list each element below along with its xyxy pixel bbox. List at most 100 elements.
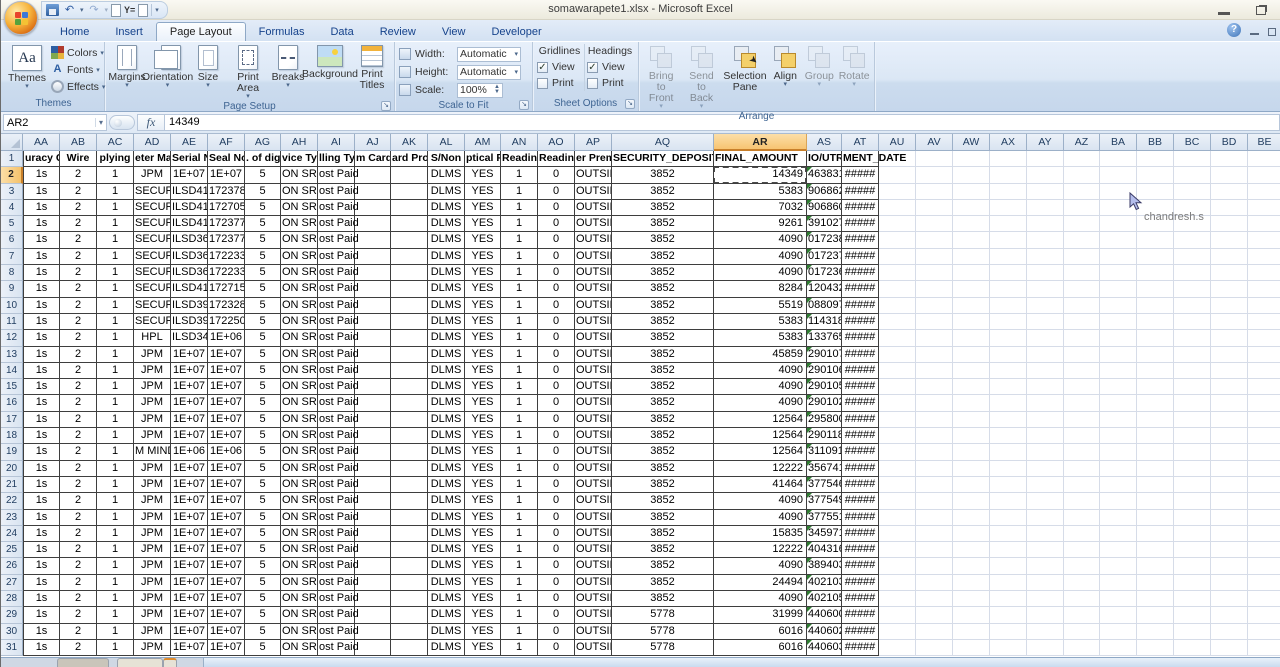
cell-AW22[interactable]	[953, 493, 990, 509]
cell-AT9[interactable]: #####	[842, 281, 879, 297]
cell-AN29[interactable]: 1	[501, 607, 538, 623]
cell-AF16[interactable]: 1E+07	[208, 395, 245, 411]
cell-AR21[interactable]: 41464	[714, 477, 807, 493]
column-header-BE[interactable]: BE	[1248, 134, 1280, 151]
cell-AU25[interactable]	[879, 542, 916, 558]
cell-AP28[interactable]: OUTSIDE	[575, 591, 612, 607]
row-header-14[interactable]: 14	[1, 363, 23, 379]
cell-AA27[interactable]: 1s	[23, 575, 60, 591]
cell-AB23[interactable]: 2	[60, 510, 97, 526]
cell-AK10[interactable]	[391, 298, 428, 314]
cell-AN9[interactable]: 1	[501, 281, 538, 297]
cell-AJ4[interactable]	[355, 200, 391, 216]
cell-AH11[interactable]: ON SRB	[281, 314, 318, 330]
cell-AH6[interactable]: ON SRB	[281, 232, 318, 248]
cell-AC11[interactable]: 1	[97, 314, 134, 330]
cell-AY30[interactable]	[1027, 624, 1064, 640]
cell-AD18[interactable]: JPM	[134, 428, 171, 444]
row-header-2[interactable]: 2	[1, 167, 23, 183]
cell-AG7[interactable]: 5	[245, 249, 281, 265]
cell-AM3[interactable]: YES	[465, 184, 501, 200]
cell-AS8[interactable]: 017236	[807, 265, 842, 281]
cell-AD21[interactable]: JPM	[134, 477, 171, 493]
cell-AM1[interactable]: ptical P	[465, 151, 501, 167]
cell-AL11[interactable]: DLMS	[428, 314, 465, 330]
cell-AF1[interactable]: Seal No	[208, 151, 245, 167]
column-header-BA[interactable]: BA	[1100, 134, 1137, 151]
cell-AW8[interactable]	[953, 265, 990, 281]
cell-AX31[interactable]	[990, 640, 1027, 656]
cell-BC13[interactable]	[1174, 347, 1211, 363]
column-header-AH[interactable]: AH	[281, 134, 318, 151]
column-header-AS[interactable]: AS	[807, 134, 842, 151]
cell-BB12[interactable]	[1137, 330, 1174, 346]
cell-BA13[interactable]	[1100, 347, 1137, 363]
cell-AK29[interactable]	[391, 607, 428, 623]
row-header-10[interactable]: 10	[1, 298, 23, 314]
cell-AU28[interactable]	[879, 591, 916, 607]
cell-AL10[interactable]: DLMS	[428, 298, 465, 314]
column-header-AQ[interactable]: AQ	[612, 134, 714, 151]
cell-AL29[interactable]: DLMS	[428, 607, 465, 623]
cell-AE22[interactable]: 1E+07	[171, 493, 208, 509]
cell-AY10[interactable]	[1027, 298, 1064, 314]
cell-AQ17[interactable]: 3852	[612, 412, 714, 428]
cell-AU21[interactable]	[879, 477, 916, 493]
cell-AQ20[interactable]: 3852	[612, 461, 714, 477]
cell-AH10[interactable]: ON SRB	[281, 298, 318, 314]
cell-BE23[interactable]	[1248, 510, 1280, 526]
column-header-AZ[interactable]: AZ	[1064, 134, 1100, 151]
cell-AY9[interactable]	[1027, 281, 1064, 297]
cell-AZ23[interactable]	[1064, 510, 1100, 526]
cell-AK14[interactable]	[391, 363, 428, 379]
cell-AU31[interactable]	[879, 640, 916, 656]
cell-AU16[interactable]	[879, 395, 916, 411]
cell-BE2[interactable]	[1248, 167, 1280, 183]
cell-AZ13[interactable]	[1064, 347, 1100, 363]
cell-AE19[interactable]: 1E+06	[171, 444, 208, 460]
cell-AN28[interactable]: 1	[501, 591, 538, 607]
cell-AC9[interactable]: 1	[97, 281, 134, 297]
cell-BE25[interactable]	[1248, 542, 1280, 558]
cell-AY28[interactable]	[1027, 591, 1064, 607]
cell-AL28[interactable]: DLMS	[428, 591, 465, 607]
cell-BD3[interactable]	[1211, 184, 1248, 200]
cell-AJ3[interactable]	[355, 184, 391, 200]
cell-AD1[interactable]: eter Ma	[134, 151, 171, 167]
cell-AY31[interactable]	[1027, 640, 1064, 656]
cell-AY21[interactable]	[1027, 477, 1064, 493]
cell-AL7[interactable]: DLMS	[428, 249, 465, 265]
cell-AD10[interactable]: SECURE	[134, 298, 171, 314]
cell-AW10[interactable]	[953, 298, 990, 314]
cell-AT1[interactable]: MENT_DATE	[842, 151, 879, 167]
cell-AP17[interactable]: OUTSIDE	[575, 412, 612, 428]
cell-AS18[interactable]: 290118	[807, 428, 842, 444]
column-header-AO[interactable]: AO	[538, 134, 575, 151]
cell-AA14[interactable]: 1s	[23, 363, 60, 379]
cell-AJ1[interactable]: m Card	[355, 151, 391, 167]
cell-BB18[interactable]	[1137, 428, 1174, 444]
cell-AH18[interactable]: ON SRB	[281, 428, 318, 444]
tab-review[interactable]: Review	[367, 23, 429, 41]
cell-AE1[interactable]: Serial N	[171, 151, 208, 167]
cell-AC3[interactable]: 1	[97, 184, 134, 200]
cell-AF30[interactable]: 1E+07	[208, 624, 245, 640]
cell-AB20[interactable]: 2	[60, 461, 97, 477]
cell-AU26[interactable]	[879, 558, 916, 574]
cell-AE10[interactable]: ILSD392	[171, 298, 208, 314]
cell-AX9[interactable]	[990, 281, 1027, 297]
cell-BD31[interactable]	[1211, 640, 1248, 656]
cell-AP27[interactable]: OUTSIDE	[575, 575, 612, 591]
cell-AG4[interactable]: 5	[245, 200, 281, 216]
cell-BB22[interactable]	[1137, 493, 1174, 509]
cell-AX6[interactable]	[990, 232, 1027, 248]
cell-AC5[interactable]: 1	[97, 216, 134, 232]
cell-AX2[interactable]	[990, 167, 1027, 183]
cell-AZ24[interactable]	[1064, 526, 1100, 542]
cell-AP23[interactable]: OUTSIDE	[575, 510, 612, 526]
cell-AH2[interactable]: ON SRB	[281, 167, 318, 183]
cell-BA5[interactable]	[1100, 216, 1137, 232]
cell-AG21[interactable]: 5	[245, 477, 281, 493]
cell-BA6[interactable]	[1100, 232, 1137, 248]
cell-AI24[interactable]: ost Paid	[318, 526, 355, 542]
